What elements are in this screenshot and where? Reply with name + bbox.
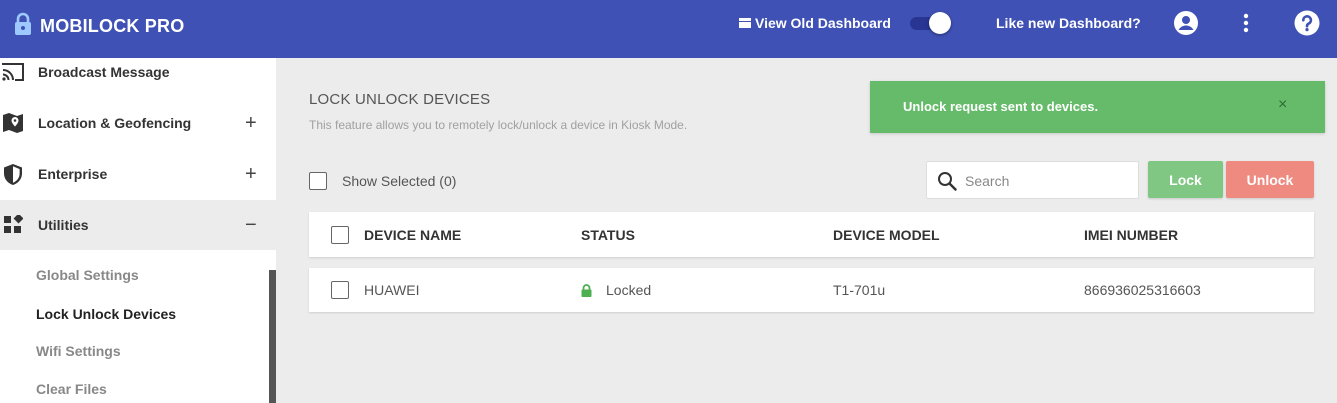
collapse-icon[interactable]: − [245, 214, 257, 237]
search-icon [937, 171, 957, 196]
page-title: LOCK UNLOCK DEVICES [309, 91, 491, 108]
unlock-button[interactable]: Unlock [1226, 161, 1314, 198]
sidebar-subitem-wifi-settings[interactable]: Wifi Settings [36, 343, 121, 359]
widgets-icon [2, 214, 24, 236]
expand-icon[interactable]: + [245, 112, 257, 135]
dashboard-icon [739, 15, 751, 31]
dashboard-toggle[interactable] [910, 12, 951, 34]
row-checkbox[interactable] [331, 281, 349, 299]
device-model-cell: T1-701u [833, 282, 886, 298]
app-title: MOBILOCK PRO [40, 16, 185, 36]
sidebar-item-enterprise[interactable]: Enterprise + [0, 149, 276, 199]
close-icon[interactable]: × [1278, 96, 1287, 114]
device-name-cell: HUAWEI [364, 282, 420, 298]
help-icon[interactable] [1294, 10, 1320, 36]
view-old-dashboard-link[interactable]: View Old Dashboard [739, 15, 891, 31]
brand[interactable]: MOBILOCK PRO [12, 12, 184, 41]
lock-button[interactable]: Lock [1148, 161, 1223, 198]
show-selected-label: Show Selected (0) [342, 173, 457, 189]
lock-icon [581, 283, 592, 297]
sidebar-item-label: Utilities [38, 217, 89, 233]
sidebar-scrollbar[interactable] [269, 270, 276, 403]
toggle-knob [929, 12, 951, 34]
sidebar-item-utilities[interactable]: Utilities − [0, 200, 276, 250]
sidebar-item-label: Enterprise [38, 166, 108, 182]
lock-logo-icon [12, 12, 34, 41]
sidebar-item-location-geofencing[interactable]: Location & Geofencing + [0, 98, 276, 148]
table-row[interactable]: HUAWEI Locked T1-701u 866936025316603 [309, 268, 1314, 312]
column-header-device-name[interactable]: DEVICE NAME [364, 212, 461, 257]
like-new-dashboard-link[interactable]: Like new Dashboard? [996, 15, 1141, 31]
table-header: DEVICE NAME STATUS DEVICE MODEL IMEI NUM… [309, 212, 1314, 257]
column-header-status[interactable]: STATUS [581, 212, 635, 257]
select-all-checkbox[interactable] [331, 225, 349, 244]
sidebar-item-broadcast-message[interactable]: Broadcast Message [0, 58, 276, 97]
success-toast: Unlock request sent to devices. × [870, 81, 1325, 133]
imei-cell: 866936025316603 [1084, 282, 1201, 298]
sidebar-item-label: Broadcast Message [38, 64, 170, 80]
search-input[interactable] [965, 168, 1130, 194]
more-vert-icon[interactable] [1233, 10, 1259, 36]
column-header-imei-number[interactable]: IMEI NUMBER [1084, 212, 1178, 257]
row-select-cell [331, 268, 349, 312]
shield-icon [2, 163, 24, 185]
sidebar-subitem-clear-files[interactable]: Clear Files [36, 381, 107, 397]
show-selected-checkbox[interactable] [309, 172, 327, 190]
top-bar: MOBILOCK PRO View Old Dashboard Like new… [0, 0, 1337, 58]
sidebar: Broadcast Message Location & Geofencing … [0, 58, 276, 403]
show-selected-filter[interactable]: Show Selected (0) [309, 172, 456, 190]
account-icon[interactable] [1173, 10, 1199, 36]
toast-message: Unlock request sent to devices. [903, 99, 1099, 114]
status-cell: Locked [581, 268, 651, 312]
map-pin-icon [2, 112, 24, 134]
sidebar-subitem-lock-unlock-devices[interactable]: Lock Unlock Devices [36, 306, 176, 322]
page-subtitle: This feature allows you to remotely lock… [309, 118, 688, 132]
cast-icon [2, 61, 24, 83]
column-header-device-model[interactable]: DEVICE MODEL [833, 212, 940, 257]
select-all-cell [331, 212, 349, 257]
status-text: Locked [606, 282, 652, 298]
sidebar-item-label: Location & Geofencing [38, 115, 192, 131]
search-box[interactable] [926, 161, 1139, 199]
sidebar-subitem-global-settings[interactable]: Global Settings [36, 267, 139, 283]
expand-icon[interactable]: + [245, 163, 257, 186]
view-old-dashboard-label: View Old Dashboard [755, 15, 891, 31]
